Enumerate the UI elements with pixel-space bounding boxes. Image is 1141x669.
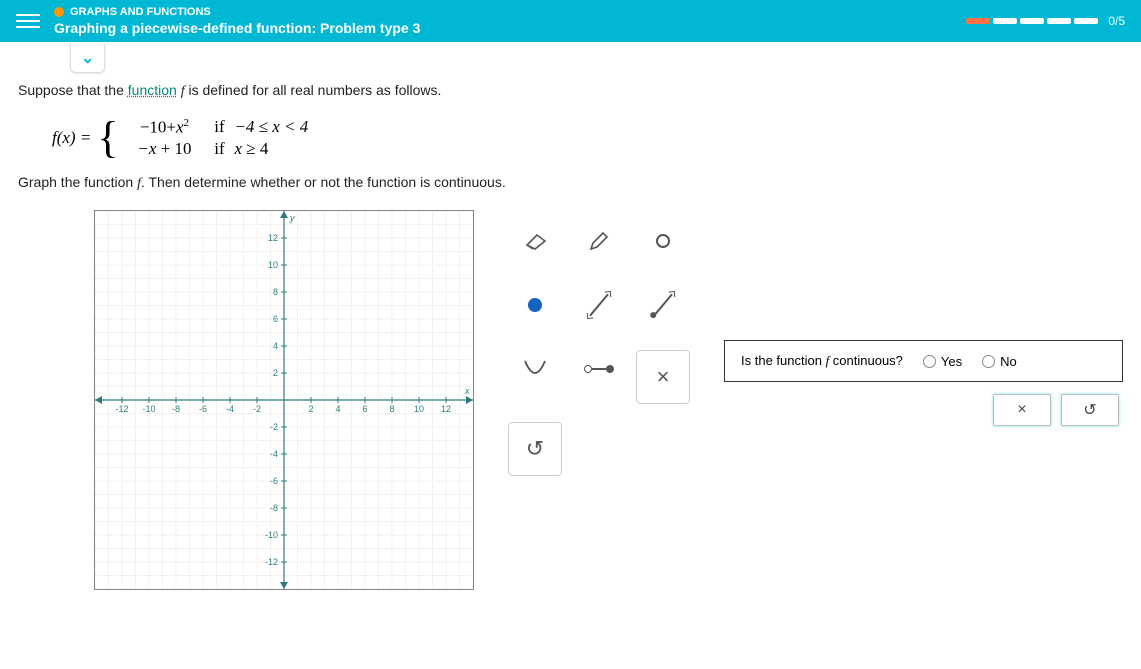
svg-text:-2: -2 <box>270 422 278 432</box>
svg-text:-6: -6 <box>199 404 207 414</box>
svg-text:8: 8 <box>273 287 278 297</box>
func-letter: f <box>181 84 185 99</box>
tool-palette: × ↺ <box>504 210 694 480</box>
graph-canvas[interactable]: -12 -10 -8 -6 -4 -2 2 4 6 8 10 12 -12 -10 -8 -6 -4 -2 2 4 6 8… <box>94 210 474 590</box>
svg-text:-12: -12 <box>265 557 278 567</box>
piece-if: if <box>204 117 234 137</box>
piece-row: −10+x2 if −4 ≤ x < 4 <box>124 116 324 138</box>
reset-icon: ↺ <box>526 436 544 462</box>
header-text: GRAPHS AND FUNCTIONS Graphing a piecewis… <box>54 6 966 36</box>
svg-text:x: x <box>464 386 470 396</box>
svg-text:-6: -6 <box>270 476 278 486</box>
svg-text:6: 6 <box>362 404 367 414</box>
piece-cond: x ≥ 4 <box>234 139 324 159</box>
lhs: f(x) = <box>52 128 91 148</box>
progress-seg <box>1074 18 1098 24</box>
question-text: Is the function f continuous? <box>741 353 903 369</box>
prompt-after: is defined for all real numbers as follo… <box>188 82 441 98</box>
svg-text:12: 12 <box>441 404 451 414</box>
progress-seg <box>1047 18 1071 24</box>
function-link[interactable]: function <box>128 82 177 98</box>
x-icon: × <box>1017 401 1026 419</box>
svg-text:-2: -2 <box>253 404 261 414</box>
svg-text:2: 2 <box>273 368 278 378</box>
chevron-down-icon: ⌄ <box>81 50 94 67</box>
content-area: Suppose that the function f is defined f… <box>0 42 1141 608</box>
svg-text:8: 8 <box>389 404 394 414</box>
clear-graph-button[interactable]: × <box>636 350 690 404</box>
progress-seg <box>993 18 1017 24</box>
app-header: GRAPHS AND FUNCTIONS Graphing a piecewis… <box>0 0 1141 42</box>
pencil-tool[interactable] <box>572 214 626 268</box>
svg-text:-8: -8 <box>172 404 180 414</box>
piecewise-equation: f(x) = { −10+x2 if −4 ≤ x < 4 −x + 10 if… <box>52 116 1123 160</box>
question-column: Is the function f continuous? Yes No × ↺ <box>724 210 1123 426</box>
ray-tool[interactable] <box>636 278 690 332</box>
progress-label: 0/5 <box>1108 14 1125 28</box>
svg-text:-10: -10 <box>265 530 278 540</box>
eraser-tool[interactable] <box>508 214 562 268</box>
breadcrumb: GRAPHS AND FUNCTIONS <box>54 6 966 18</box>
no-option[interactable]: No <box>982 354 1017 369</box>
closed-point-tool[interactable] <box>508 278 562 332</box>
reset-graph-button[interactable]: ↺ <box>508 422 562 476</box>
svg-text:2: 2 <box>308 404 313 414</box>
brace-icon: { <box>97 120 118 155</box>
parabola-tool[interactable] <box>508 342 562 396</box>
prompt-text: Suppose that the function f is defined f… <box>18 82 1123 100</box>
yes-label: Yes <box>941 354 962 369</box>
clear-answer-button[interactable]: × <box>993 394 1051 426</box>
svg-text:-12: -12 <box>115 404 128 414</box>
reset-answer-button[interactable]: ↺ <box>1061 394 1119 426</box>
yes-option[interactable]: Yes <box>923 354 962 369</box>
dropdown-toggle[interactable]: ⌄ <box>70 44 105 73</box>
instruction: Graph the function f. Then determine whe… <box>18 174 1123 192</box>
piece-cond: −4 ≤ x < 4 <box>234 117 324 137</box>
x-icon: × <box>657 364 670 390</box>
progress-seg <box>966 18 990 24</box>
svg-text:6: 6 <box>273 314 278 324</box>
work-area: -12 -10 -8 -6 -4 -2 2 4 6 8 10 12 -12 -10 -8 -6 -4 -2 2 4 6 8… <box>18 210 1123 590</box>
menu-icon[interactable] <box>16 10 40 32</box>
continuity-question: Is the function f continuous? Yes No <box>724 340 1123 382</box>
progress-seg <box>1020 18 1044 24</box>
piece-expr: −x + 10 <box>124 139 204 159</box>
piece-if: if <box>204 139 234 159</box>
progress-segments <box>966 18 1098 24</box>
segment-tool[interactable] <box>572 342 626 396</box>
prompt-before: Suppose that the <box>18 82 128 98</box>
piece-row: −x + 10 if x ≥ 4 <box>124 138 324 160</box>
no-label: No <box>1000 354 1017 369</box>
svg-text:-4: -4 <box>226 404 234 414</box>
breadcrumb-label: GRAPHS AND FUNCTIONS <box>70 6 211 18</box>
radio-icon <box>982 355 995 368</box>
answer-buttons: × ↺ <box>724 394 1123 426</box>
svg-text:-4: -4 <box>270 449 278 459</box>
svg-text:-8: -8 <box>270 503 278 513</box>
svg-text:10: 10 <box>268 260 278 270</box>
progress-area: 0/5 <box>966 14 1125 28</box>
section-dot-icon <box>54 7 64 17</box>
piece-expr: −10+x2 <box>124 117 204 138</box>
svg-text:y: y <box>289 213 295 223</box>
pieces: −10+x2 if −4 ≤ x < 4 −x + 10 if x ≥ 4 <box>124 116 324 160</box>
svg-text:4: 4 <box>335 404 340 414</box>
line-tool[interactable] <box>572 278 626 332</box>
page-title: Graphing a piecewise-defined function: P… <box>54 20 966 36</box>
svg-text:4: 4 <box>273 341 278 351</box>
radio-icon <box>923 355 936 368</box>
svg-text:12: 12 <box>268 233 278 243</box>
svg-text:10: 10 <box>414 404 424 414</box>
reset-icon: ↺ <box>1083 400 1096 420</box>
open-point-tool[interactable] <box>636 214 690 268</box>
svg-text:-10: -10 <box>142 404 155 414</box>
